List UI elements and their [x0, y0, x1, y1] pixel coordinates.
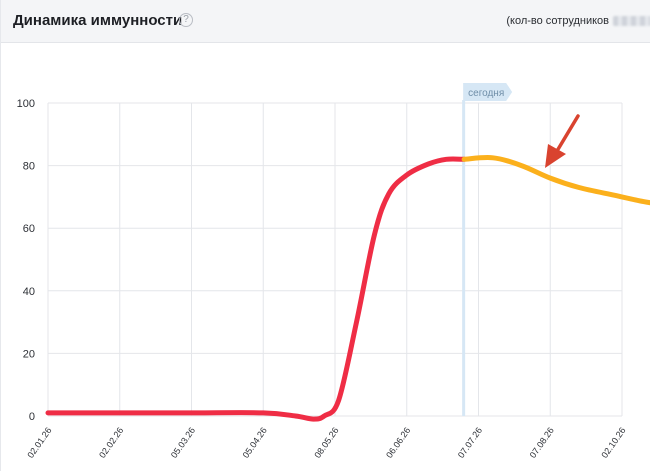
y-tick-label: 80: [23, 161, 35, 173]
y-tick-label: 0: [29, 411, 35, 423]
x-tick-label: 08.05.26: [312, 425, 340, 459]
x-tick-label: 07.08.26: [528, 425, 556, 459]
x-tick-label: 02.10.26: [599, 425, 627, 459]
today-marker-line: [462, 100, 466, 416]
series-line-actual: [45, 156, 467, 422]
x-tick-label: 05.03.26: [169, 425, 197, 459]
today-marker-label: сегодня: [468, 88, 504, 99]
x-tick-label: 05.04.26: [241, 425, 269, 459]
y-tick-label: 60: [23, 223, 35, 235]
annotation-arrow-head: [545, 144, 566, 168]
y-tick-label: 100: [17, 98, 35, 110]
x-tick-label: 02.02.26: [97, 425, 125, 459]
immunity-chart: 0 20 40 60 80 100 02.01.26 02.02.26 05.03.26 05.0…: [17, 83, 650, 460]
x-tick-label: 02.01.26: [25, 425, 53, 459]
y-tick-label: 40: [23, 286, 35, 298]
annotation-arrow-shaft: [555, 114, 580, 153]
x-tick-label: 06.06.26: [384, 425, 412, 459]
y-tick-label: 20: [23, 348, 35, 360]
x-tick-label: 07.07.26: [456, 425, 484, 459]
